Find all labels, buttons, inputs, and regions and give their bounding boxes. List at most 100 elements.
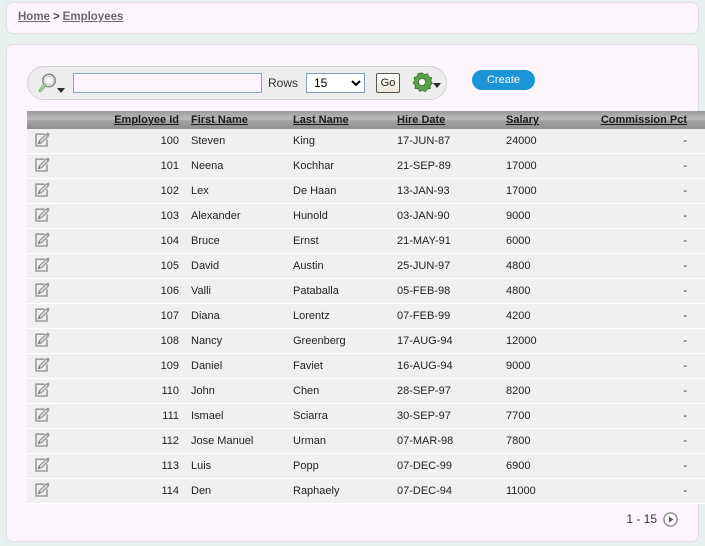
cell-first-name: Den	[185, 479, 287, 504]
row-edit-cell[interactable]	[27, 304, 81, 329]
row-edit-cell[interactable]	[27, 404, 81, 429]
search-input[interactable]	[73, 73, 262, 93]
edit-pencil-icon[interactable]	[33, 156, 51, 177]
cell-commission-pct: -	[574, 179, 693, 204]
row-edit-cell[interactable]	[27, 454, 81, 479]
cell-first-name: Daniel	[185, 354, 287, 379]
table-row: 111IsmaelSciarra30-SEP-977700-92400	[27, 404, 705, 429]
create-button[interactable]: Create	[472, 70, 535, 90]
column-header-last-name-label[interactable]: Last Name	[293, 114, 349, 126]
table-row: 104BruceErnst21-MAY-916000-72000	[27, 229, 705, 254]
cell-salary: 8200	[500, 379, 574, 404]
table-header-row: Employee Id First Name Last Name Hire Da…	[27, 111, 705, 129]
cell-first-name: David	[185, 254, 287, 279]
cell-last-name: Pataballa	[287, 279, 391, 304]
column-header-salary-label[interactable]: Salary	[506, 114, 539, 126]
column-header-commission-pct-label[interactable]: Commission Pct	[601, 114, 687, 126]
edit-pencil-icon[interactable]	[33, 131, 51, 152]
column-header-commission-pct[interactable]: Commission Pct	[574, 111, 693, 129]
cell-hire-date: 07-FEB-99	[391, 304, 500, 329]
table-row: 100StevenKing17-JUN-8724000-288000	[27, 129, 705, 154]
cell-hire-date: 07-DEC-99	[391, 454, 500, 479]
column-header-last-name[interactable]: Last Name	[287, 111, 391, 129]
row-edit-cell[interactable]	[27, 229, 81, 254]
cell-hire-date: 07-DEC-94	[391, 479, 500, 504]
cell-employee-id: 110	[81, 379, 185, 404]
row-edit-cell[interactable]	[27, 354, 81, 379]
rows-select[interactable]: 15	[306, 73, 365, 93]
cell-last-name: Greenberg	[287, 329, 391, 354]
cell-salary: 11000	[500, 479, 574, 504]
edit-pencil-icon[interactable]	[33, 281, 51, 302]
table-row: 114DenRaphaely07-DEC-9411000-132000	[27, 479, 705, 504]
cell-remuneration: 57600	[693, 254, 705, 279]
edit-pencil-icon[interactable]	[33, 406, 51, 427]
cell-remuneration: 288000	[693, 129, 705, 154]
row-edit-cell[interactable]	[27, 204, 81, 229]
column-header-salary[interactable]: Salary	[500, 111, 574, 129]
cell-salary: 9000	[500, 204, 574, 229]
table-body: 100StevenKing17-JUN-8724000-288000101Nee…	[27, 129, 705, 504]
edit-pencil-icon[interactable]	[33, 181, 51, 202]
edit-pencil-icon[interactable]	[33, 331, 51, 352]
cell-hire-date: 13-JAN-93	[391, 179, 500, 204]
table-row: 107DianaLorentz07-FEB-994200-50400	[27, 304, 705, 329]
row-edit-cell[interactable]	[27, 379, 81, 404]
cell-last-name: Kochhar	[287, 154, 391, 179]
cell-remuneration: 98400	[693, 379, 705, 404]
row-edit-cell[interactable]	[27, 254, 81, 279]
column-header-hire-date-label[interactable]: Hire Date	[397, 114, 445, 126]
cell-last-name: Popp	[287, 454, 391, 479]
pagination-range: 1 - 15	[626, 512, 657, 526]
go-button[interactable]: Go	[376, 73, 400, 93]
column-header-first-name[interactable]: First Name	[185, 111, 287, 129]
gear-icon[interactable]	[410, 71, 446, 97]
row-edit-cell[interactable]	[27, 179, 81, 204]
cell-employee-id: 106	[81, 279, 185, 304]
edit-pencil-icon[interactable]	[33, 256, 51, 277]
cell-last-name: Faviet	[287, 354, 391, 379]
row-edit-cell[interactable]	[27, 279, 81, 304]
edit-pencil-icon[interactable]	[33, 381, 51, 402]
breadcrumb-item-home[interactable]: Home	[18, 11, 50, 23]
cell-employee-id: 104	[81, 229, 185, 254]
edit-pencil-icon[interactable]	[33, 206, 51, 227]
cell-salary: 4800	[500, 254, 574, 279]
column-header-first-name-label[interactable]: First Name	[191, 114, 248, 126]
row-edit-cell[interactable]	[27, 129, 81, 154]
column-header-employee-id-label[interactable]: Employee Id	[114, 114, 179, 126]
cell-employee-id: 109	[81, 354, 185, 379]
cell-last-name: Sciarra	[287, 404, 391, 429]
cell-commission-pct: -	[574, 454, 693, 479]
cell-last-name: Ernst	[287, 229, 391, 254]
cell-hire-date: 17-AUG-94	[391, 329, 500, 354]
table-row: 103AlexanderHunold03-JAN-909000-108000	[27, 204, 705, 229]
edit-pencil-icon[interactable]	[33, 481, 51, 502]
edit-pencil-icon[interactable]	[33, 356, 51, 377]
cell-first-name: Jose Manuel	[185, 429, 287, 454]
cell-salary: 6900	[500, 454, 574, 479]
cell-remuneration: 108000	[693, 204, 705, 229]
cell-first-name: John	[185, 379, 287, 404]
column-header-hire-date[interactable]: Hire Date	[391, 111, 500, 129]
column-header-remuneration[interactable]: Remuneration	[693, 111, 705, 129]
cell-commission-pct: -	[574, 279, 693, 304]
edit-pencil-icon[interactable]	[33, 456, 51, 477]
cell-remuneration: 144000	[693, 329, 705, 354]
breadcrumb-panel: Home>Employees	[6, 2, 699, 34]
cell-last-name: De Haan	[287, 179, 391, 204]
edit-pencil-icon[interactable]	[33, 431, 51, 452]
row-edit-cell[interactable]	[27, 479, 81, 504]
cell-hire-date: 21-SEP-89	[391, 154, 500, 179]
cell-commission-pct: -	[574, 229, 693, 254]
magnifier-icon[interactable]	[38, 72, 68, 96]
column-header-employee-id[interactable]: Employee Id	[81, 111, 185, 129]
cell-remuneration: 82800	[693, 454, 705, 479]
row-edit-cell[interactable]	[27, 329, 81, 354]
edit-pencil-icon[interactable]	[33, 231, 51, 252]
edit-pencil-icon[interactable]	[33, 306, 51, 327]
next-arrow-icon[interactable]	[663, 512, 678, 527]
row-edit-cell[interactable]	[27, 154, 81, 179]
breadcrumb-item-employees[interactable]: Employees	[63, 11, 124, 23]
row-edit-cell[interactable]	[27, 429, 81, 454]
